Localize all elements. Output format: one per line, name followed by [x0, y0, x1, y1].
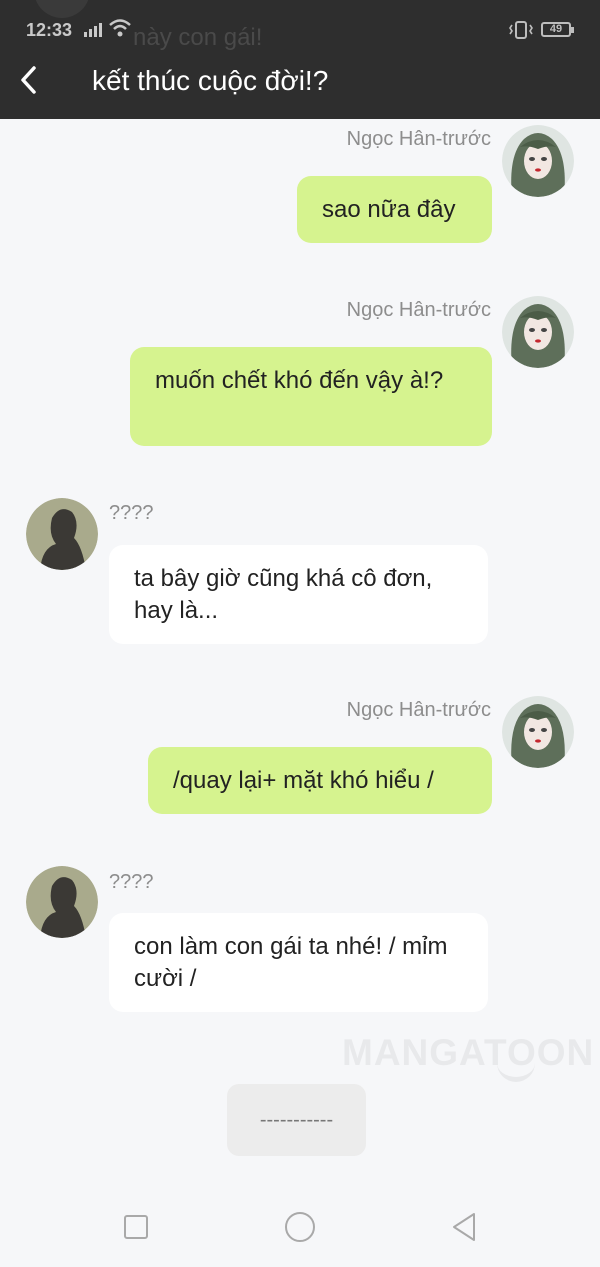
chapter-title: kết thúc cuộc đời!? [92, 65, 329, 96]
square-icon[interactable] [124, 1215, 148, 1239]
continue-button[interactable]: ----------- [227, 1084, 366, 1156]
status-bar: này con gái! 12:33 49 [0, 0, 600, 60]
sender-name: ???? [109, 871, 154, 893]
vibrate-icon [509, 21, 533, 39]
message-bubble: sao nữa đây [297, 176, 492, 243]
previous-avatar [34, 0, 90, 18]
battery-tip [571, 27, 574, 33]
battery-icon: 49 [541, 22, 571, 37]
message-bubble: /quay lại+ mặt khó hiểu / [148, 747, 492, 814]
circle-icon[interactable] [285, 1212, 315, 1242]
triangle-back-icon[interactable] [450, 1211, 478, 1243]
watermark-smile [497, 1062, 535, 1082]
girl-avatar[interactable] [502, 125, 574, 197]
sender-name: Ngọc Hân-trước [346, 699, 491, 721]
girl-avatar[interactable] [502, 296, 574, 368]
watermark-logo: MANGATOON [342, 1032, 595, 1073]
wifi-icon [109, 19, 131, 37]
sender-name: Ngọc Hân-trước [346, 299, 491, 321]
previous-message-text: này con gái! [133, 24, 263, 51]
message-bubble: con làm con gái ta nhé! / mỉm cười / [109, 913, 488, 1012]
chevron-left-icon[interactable] [14, 62, 44, 98]
signal-icon [84, 23, 102, 37]
app-header: này con gái! 12:33 49 kết thúc cuộc đời!… [0, 0, 600, 119]
girl-avatar[interactable] [502, 696, 574, 768]
sender-name: Ngọc Hân-trước [346, 128, 491, 150]
sender-name: ???? [109, 502, 154, 524]
message-bubble: ta bây giờ cũng khá cô đơn, hay là... [109, 545, 488, 644]
silhouette-avatar[interactable] [26, 866, 98, 938]
message-bubble: muốn chết khó đến vậy à!? [130, 347, 492, 446]
clock: 12:33 [26, 20, 73, 40]
silhouette-avatar[interactable] [26, 498, 98, 570]
